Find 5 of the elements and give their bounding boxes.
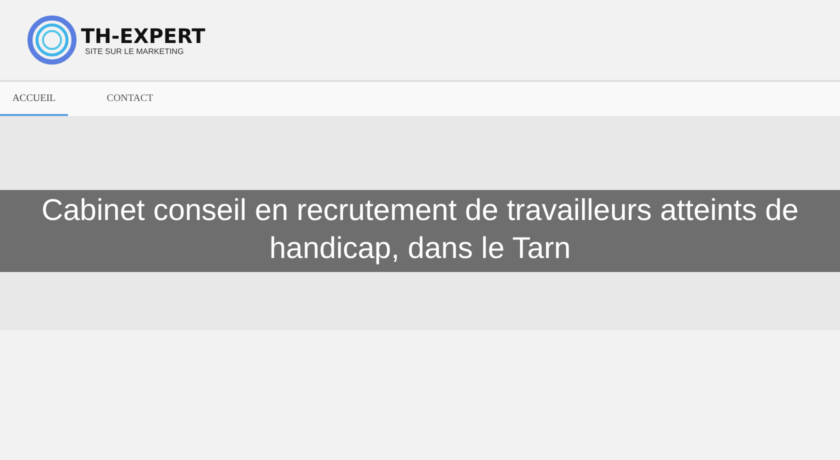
logo-icon (27, 15, 77, 65)
logo-title: TH-EXPERT (81, 24, 206, 46)
hero-title: Cabinet conseil en recrutement de travailleurs atteints de handicap, dans le Tarn (0, 190, 840, 272)
logo-tagline: SITE SUR LE MARKETING (84, 46, 185, 56)
nav-tab[interactable]: CONTACT (96, 82, 164, 116)
